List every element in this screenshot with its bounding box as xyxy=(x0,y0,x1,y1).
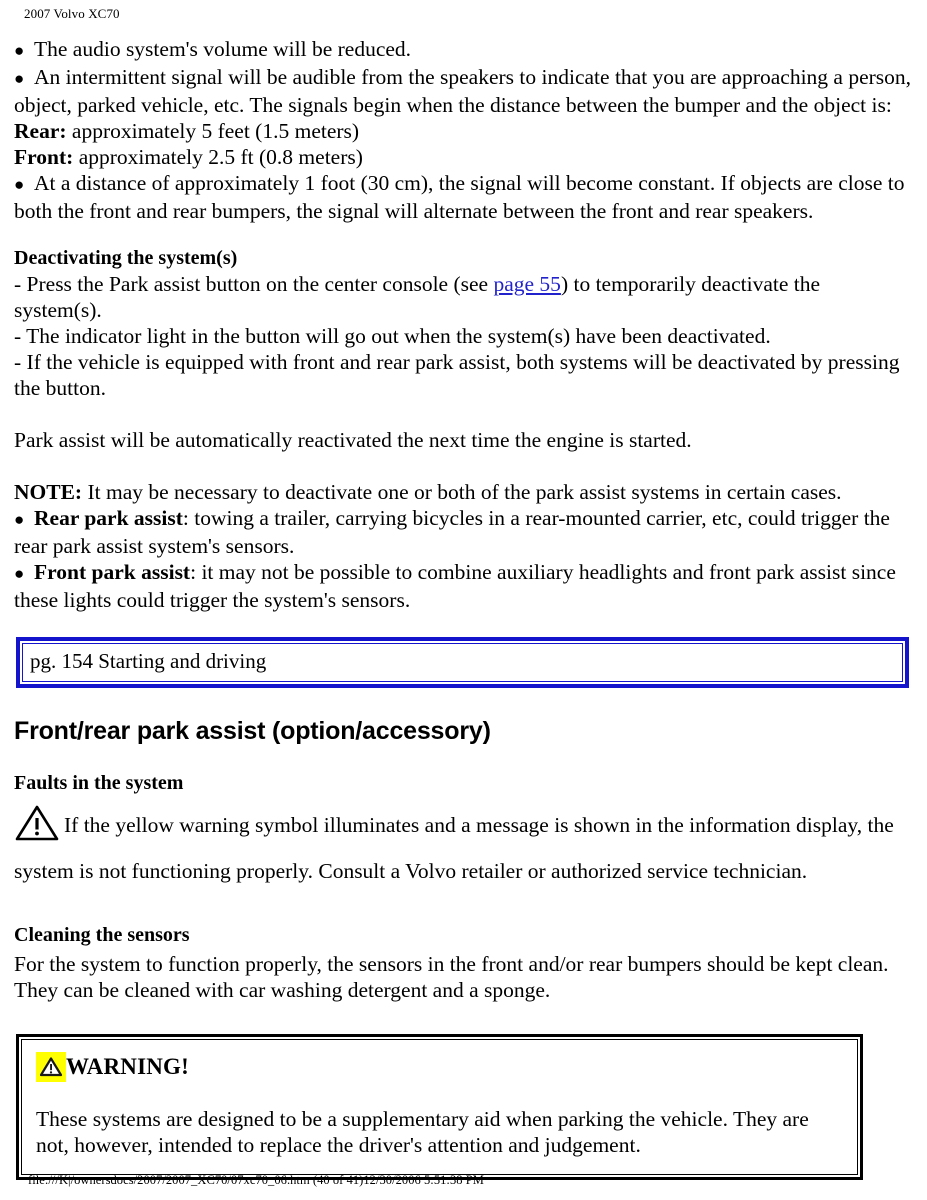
faults-heading: Faults in the system xyxy=(14,772,184,794)
deactivate-line-3: - If the vehicle is equipped with front … xyxy=(14,350,900,400)
front-distance-line: Front: approximately 2.5 ft (0.8 meters) xyxy=(14,144,913,170)
list-item-text: At a distance of approximately 1 foot (3… xyxy=(14,171,905,223)
cleaning-text: For the system to function properly, the… xyxy=(14,952,889,1002)
front-park-assist-label: Front park assist xyxy=(34,560,191,584)
page-title: Front/rear park assist (option/accessory… xyxy=(14,717,491,745)
page-footer: file:///K|/ownersdocs/2007/2007_XC70/07x… xyxy=(28,1173,484,1187)
bullet-icon: ● xyxy=(14,510,25,529)
list-item: ● Rear park assist: towing a trailer, car… xyxy=(14,505,913,559)
list-item-text: The audio system's volume will be reduce… xyxy=(34,37,412,61)
front-value: approximately 2.5 ft (0.8 meters) xyxy=(73,145,363,169)
bullet-icon: ● xyxy=(14,41,25,60)
bullet-icon: ● xyxy=(14,175,25,194)
rear-distance-line: Rear: approximately 5 feet (1.5 meters) xyxy=(14,118,913,144)
warning-triangle-icon xyxy=(14,804,60,842)
front-label: Front: xyxy=(14,145,74,169)
warning-box: WARNING! These systems are designed to b… xyxy=(16,1034,863,1180)
note-label: NOTE: xyxy=(14,480,83,504)
intro-content: ● The audio system's volume will be reduc… xyxy=(14,36,913,613)
list-item: ● At a distance of approximately 1 foot (… xyxy=(14,170,913,224)
rear-park-assist-label: Rear park assist xyxy=(34,506,183,530)
reactivation-paragraph: Park assist will be automatically reacti… xyxy=(14,428,692,452)
list-item-text: An intermittent signal will be audible f… xyxy=(14,65,912,117)
note-paragraph: NOTE: It may be necessary to deactivate … xyxy=(14,479,913,505)
page-header-title: 2007 Volvo XC70 xyxy=(24,6,120,21)
page-55-link[interactable]: page 55 xyxy=(493,272,560,296)
bullet-icon: ● xyxy=(14,564,25,583)
faults-paragraph: If the yellow warning symbol illuminates… xyxy=(14,796,913,894)
rear-value: approximately 5 feet (1.5 meters) xyxy=(66,119,360,143)
deactivating-heading: Deactivating the system(s) xyxy=(14,247,238,269)
note-text: It may be necessary to deactivate one or… xyxy=(82,480,842,504)
list-item: ● The audio system's volume will be reduc… xyxy=(14,36,913,64)
deactivate-line-1-prefix: - Press the Park assist button on the ce… xyxy=(14,272,494,296)
page-nav-label: pg. 154 Starting and driving xyxy=(30,649,267,673)
page-nav-box[interactable]: pg. 154 Starting and driving xyxy=(16,637,909,688)
warning-box-inner: WARNING! These systems are designed to b… xyxy=(21,1039,858,1175)
list-item: ● An intermittent signal will be audible … xyxy=(14,64,913,118)
faults-text: If the yellow warning symbol illuminates… xyxy=(14,813,894,883)
bullet-icon: ● xyxy=(14,69,25,88)
warning-triangle-badge-icon xyxy=(36,1052,66,1082)
deactivate-line-2: - The indicator light in the button will… xyxy=(14,324,771,348)
document-page: 2007 Volvo XC70 ● The audio system's volu… xyxy=(0,0,927,1200)
page-nav-box-inner: pg. 154 Starting and driving xyxy=(22,643,903,682)
cleaning-heading: Cleaning the sensors xyxy=(14,924,190,946)
deactivate-line-1: - Press the Park assist button on the ce… xyxy=(14,271,913,323)
list-item: ● Front park assist: it may not be possib… xyxy=(14,559,913,613)
warning-title-row: WARNING! xyxy=(36,1052,843,1082)
warning-title: WARNING! xyxy=(66,1054,189,1079)
rear-label: Rear: xyxy=(14,119,67,143)
warning-body-text: These systems are designed to be a suppl… xyxy=(36,1107,809,1157)
